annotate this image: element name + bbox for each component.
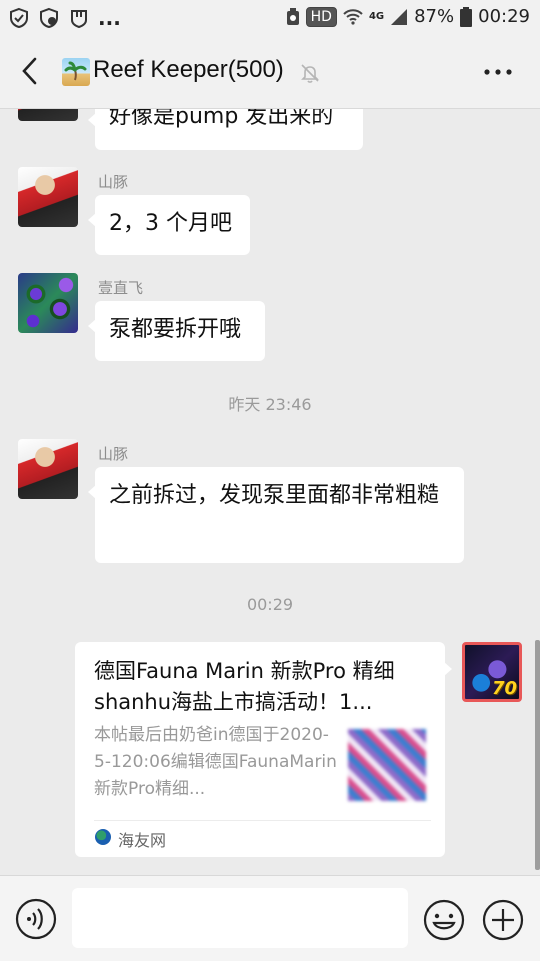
card-description: 本帖最后由奶爸in德国于2020-5-120:06编辑德国FaunaMarin新… [94,725,337,799]
message-bubble[interactable]: 2，3 个月吧 [88,195,250,255]
network-type: 4G [368,11,385,22]
my-avatar[interactable]: 70 [462,642,522,702]
group-island-icon [62,58,90,86]
input-bar [0,875,540,961]
shield-gear-icon [40,7,58,29]
more-options-icon[interactable] [482,58,514,86]
data-saver-icon [286,7,299,25]
card-source: 海友网 [118,831,167,850]
system-status: HD 4G 87% 00:29 [286,6,530,27]
avatar[interactable] [18,273,78,333]
mute-bell-icon [301,64,319,83]
message-text: 好像是pump 发出来的 [109,109,334,129]
message-bubble[interactable]: 之前拆过，发现泵里面都非常粗糙 [88,467,464,563]
battery-percent: 87% [414,6,455,27]
shield-app-icon [71,10,87,29]
wifi-icon [343,8,363,25]
voice-input-icon[interactable] [15,898,57,940]
scrollbar[interactable] [535,640,540,870]
avatar-badge: 70 [491,678,517,699]
chat-title: Reef Keeper(500) [93,56,284,83]
chat-area[interactable]: 好像是pump 发出来的 山豚 2，3 个月吧 壹直飞 泵都要拆开哦 昨天 23… [0,109,540,875]
signal-icon [391,8,408,25]
sender-name: 壹直飞 [98,279,144,297]
sender-name: 山豚 [98,173,129,191]
add-more-icon[interactable] [481,898,525,942]
avatar[interactable] [18,109,78,121]
avatar[interactable] [18,167,78,227]
message-bubble[interactable]: 好像是pump 发出来的 [88,109,363,150]
battery-icon [460,6,473,27]
message-text: 之前拆过，发现泵里面都非常粗糙 [109,483,440,508]
avatar[interactable] [18,439,78,499]
message-text: 2，3 个月吧 [109,211,232,236]
clock: 00:29 [478,6,530,27]
shield-check-icon [10,7,28,29]
sender-name: 山豚 [98,445,129,463]
hd-badge: HD [305,6,337,27]
status-bar: ... HD 4G 87% 00:29 [0,0,540,36]
link-card[interactable]: 德国Fauna Marin 新款Pro 精细shanhu海盐上市搞活动！1...… [75,642,452,857]
message-bubble[interactable]: 泵都要拆开哦 [88,301,265,361]
more-notifications: ... [98,6,121,30]
source-logo-icon [95,829,111,845]
notification-icons: ... [8,7,121,29]
message-text: 泵都要拆开哦 [109,317,242,342]
message-input[interactable] [72,888,408,948]
chat-header: Reef Keeper(500) [0,36,540,109]
timestamp: 昨天 23:46 [228,395,312,414]
card-thumbnail [348,729,426,801]
emoji-icon[interactable] [422,898,466,942]
back-arrow-icon[interactable] [14,54,48,88]
timestamp: 00:29 [246,595,294,614]
card-title: 德国Fauna Marin 新款Pro 精细shanhu海盐上市搞活动！1... [94,659,395,714]
card-divider [94,820,431,821]
